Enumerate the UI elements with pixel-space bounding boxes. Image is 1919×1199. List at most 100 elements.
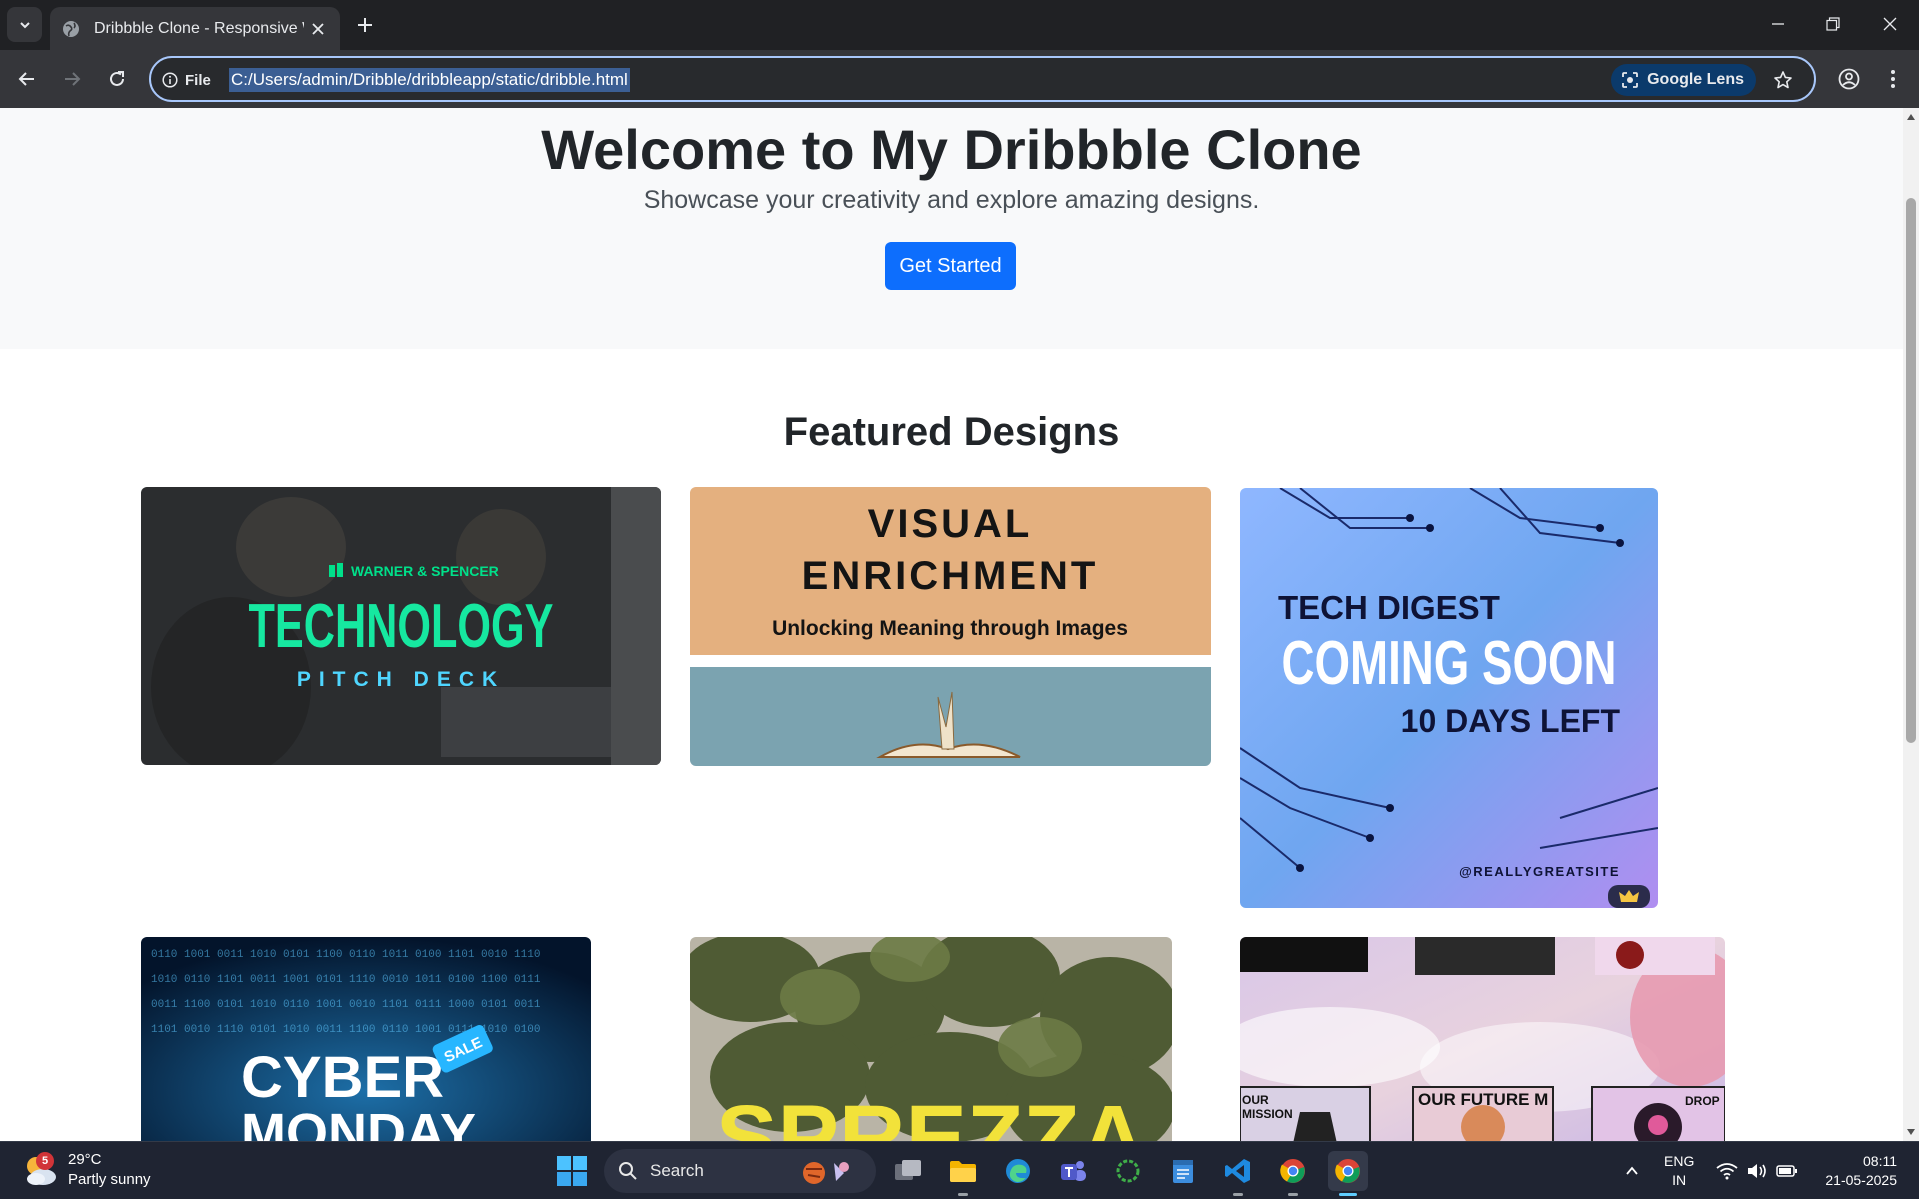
scroll-down-arrow-icon[interactable] xyxy=(1906,1127,1916,1137)
camera-lens-icon xyxy=(1622,72,1638,88)
hero-title: Welcome to My Dribbble Clone xyxy=(541,118,1362,181)
card-headline-2: ENRICHMENT xyxy=(802,554,1099,598)
taskbar-chrome[interactable] xyxy=(1273,1151,1313,1196)
design-thumbnail-visual-enrichment: VISUAL ENRICHMENT Unlocking Meaning thro… xyxy=(690,487,1211,766)
partly-sunny-icon: 5 xyxy=(22,1152,58,1188)
reload-button[interactable] xyxy=(100,62,134,96)
back-button[interactable] xyxy=(10,62,44,96)
site-info-chip[interactable]: File xyxy=(162,67,211,93)
taskbar-search[interactable]: Search xyxy=(604,1149,876,1193)
url-text[interactable]: C:/Users/admin/Dribble/dribbleapp/static… xyxy=(229,68,630,92)
taskbar-task-view[interactable] xyxy=(888,1151,928,1191)
featured-designs-title: Featured Designs xyxy=(783,410,1120,454)
taskbar-notepad[interactable] xyxy=(1163,1151,1203,1191)
forward-button[interactable] xyxy=(55,62,89,96)
taskbar-clock[interactable]: 08:11 21-05-2025 xyxy=(1815,1152,1897,1190)
restore-icon xyxy=(1826,17,1840,31)
minimize-button[interactable] xyxy=(1755,6,1801,42)
tab-title: Dribbble Clone - Responsive W xyxy=(94,19,304,37)
google-lens-button[interactable]: Google Lens xyxy=(1611,64,1756,96)
taskbar-chrome-active[interactable] xyxy=(1328,1151,1368,1196)
scroll-up-arrow-icon[interactable] xyxy=(1906,112,1916,122)
design-card-sprezza[interactable]: SPREZZA xyxy=(690,937,1172,1141)
wifi-icon xyxy=(1716,1163,1738,1180)
volume-icon xyxy=(1748,1164,1766,1178)
design-thumbnail-technology: WARNER & SPENCER TECHNOLOGY PITCH DECK xyxy=(141,487,661,765)
card-label-2: MISSION xyxy=(1242,1107,1293,1121)
card-headline-1: VISUAL xyxy=(868,502,1033,546)
restore-button[interactable] xyxy=(1810,6,1856,42)
tab-search-button[interactable] xyxy=(7,7,42,42)
more-vertical-icon xyxy=(1891,70,1895,88)
site-info-label: File xyxy=(185,71,211,89)
google-lens-label: Google Lens xyxy=(1647,71,1744,88)
star-icon xyxy=(1774,71,1792,89)
minimize-icon xyxy=(1772,23,1784,25)
get-started-button[interactable]: Get Started xyxy=(885,242,1016,290)
browser-tab[interactable]: Dribbble Clone - Responsive W xyxy=(50,7,340,50)
weather-temperature: 29°C xyxy=(68,1151,102,1168)
card-label-1: OUR xyxy=(1242,1093,1269,1107)
weather-widget[interactable]: 5 29°C Partly sunny xyxy=(22,1150,151,1190)
language-code: ENG xyxy=(1664,1153,1695,1169)
info-icon xyxy=(162,72,178,88)
clock-time: 08:11 xyxy=(1863,1153,1897,1169)
chrome-icon xyxy=(1335,1159,1360,1183)
os-taskbar: 5 29°C Partly sunny Search ENG IN 08:11 … xyxy=(0,1141,1919,1199)
design-thumbnail-cyber-monday: 0110 1001 0011 1010 0101 1100 0110 1011 … xyxy=(141,937,591,1141)
hero-section: Welcome to My Dribbble Clone Showcase yo… xyxy=(0,108,1903,349)
design-card-mission[interactable]: OUR MISSION OUR FUTURE M DROP xyxy=(1240,937,1725,1141)
circular-progress-icon xyxy=(1116,1159,1140,1183)
taskbar-vscode[interactable] xyxy=(1218,1151,1258,1196)
task-view-icon xyxy=(895,1160,921,1180)
design-thumbnail-tech-digest: TECH DIGEST COMING SOON 10 DAYS LEFT @RE… xyxy=(1240,488,1658,908)
plus-icon xyxy=(358,18,372,32)
page-scrollbar[interactable] xyxy=(1903,108,1919,1141)
reload-icon xyxy=(110,71,124,86)
browser-tab-bar: Dribbble Clone - Responsive W xyxy=(0,0,1919,50)
teams-icon xyxy=(1061,1161,1086,1181)
card-headline: TECHNOLOGY xyxy=(249,592,554,661)
svg-text:0110 1001 0011 1010 0101 1100: 0110 1001 0011 1010 0101 1100 0110 1011 … xyxy=(151,949,540,961)
scrollbar-thumb[interactable] xyxy=(1906,198,1916,743)
edge-browser-icon xyxy=(1006,1159,1030,1183)
start-button[interactable] xyxy=(556,1155,588,1187)
system-tray-status[interactable] xyxy=(1716,1142,1798,1199)
design-card-tech-digest[interactable]: TECH DIGEST COMING SOON 10 DAYS LEFT @RE… xyxy=(1240,488,1658,908)
weather-badge: 5 xyxy=(36,1152,54,1170)
card-headline: SPREZZA xyxy=(716,1087,1146,1141)
account-circle-icon xyxy=(1838,68,1860,90)
taskbar-loader-app[interactable] xyxy=(1108,1151,1148,1191)
chrome-icon xyxy=(1280,1159,1305,1183)
hero-subtitle: Showcase your creativity and explore ama… xyxy=(643,186,1260,214)
folder-icon xyxy=(950,1161,976,1182)
profile-button[interactable] xyxy=(1832,62,1866,96)
clock-date: 21-05-2025 xyxy=(1825,1172,1897,1188)
design-thumbnail-mission: OUR MISSION OUR FUTURE M DROP xyxy=(1240,937,1725,1141)
taskbar-edge[interactable] xyxy=(998,1151,1038,1191)
close-tab-button[interactable] xyxy=(308,19,328,39)
input-language-indicator[interactable]: ENG IN xyxy=(1664,1152,1694,1190)
bookmark-button[interactable] xyxy=(1770,67,1796,93)
design-card-technology[interactable]: WARNER & SPENCER TECHNOLOGY PITCH DECK xyxy=(141,487,661,765)
running-indicator xyxy=(1288,1193,1298,1196)
page-viewport: Welcome to My Dribbble Clone Showcase yo… xyxy=(0,108,1903,1141)
new-tab-button[interactable] xyxy=(352,12,378,38)
arrow-left-icon xyxy=(18,72,34,86)
design-card-visual-enrichment[interactable]: VISUAL ENRICHMENT Unlocking Meaning thro… xyxy=(690,487,1211,766)
card-sub: Unlocking Meaning through Images xyxy=(772,617,1128,640)
card-line-2: MONDAY xyxy=(241,1103,476,1141)
battery-icon xyxy=(1776,1165,1797,1177)
svg-text:1010 0110 1101 0011 1001 0101: 1010 0110 1101 0011 1001 0101 1110 0010 … xyxy=(151,974,541,986)
language-region: IN xyxy=(1672,1172,1687,1188)
design-card-cyber-monday[interactable]: 0110 1001 0011 1010 0101 1100 0110 1011 … xyxy=(141,937,591,1141)
taskbar-file-explorer[interactable] xyxy=(943,1151,983,1196)
show-hidden-icons-button[interactable] xyxy=(1612,1151,1652,1191)
search-icon xyxy=(619,1162,637,1180)
close-window-button[interactable] xyxy=(1867,6,1913,42)
address-bar[interactable]: File C:/Users/admin/Dribble/dribbleapp/s… xyxy=(149,56,1816,102)
close-icon xyxy=(312,22,324,35)
browser-menu-button[interactable] xyxy=(1876,62,1910,96)
taskbar-teams[interactable] xyxy=(1053,1151,1093,1191)
weather-description: Partly sunny xyxy=(68,1171,151,1188)
